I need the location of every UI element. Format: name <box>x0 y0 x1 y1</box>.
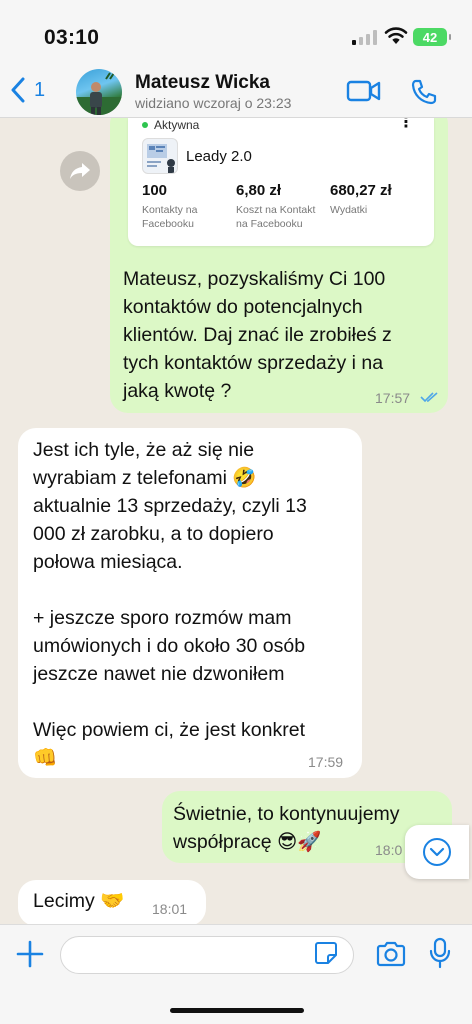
chevron-left-icon <box>11 77 25 103</box>
status-time: 03:10 <box>44 26 100 49</box>
message-time: 17:57 <box>375 390 411 406</box>
ad-thumbnail <box>142 138 178 174</box>
scroll-to-bottom-button[interactable] <box>405 825 469 879</box>
ad-status: Aktywna <box>142 118 199 132</box>
stat-value: 680,27 zł <box>330 182 392 199</box>
message-list[interactable]: Aktywna ⋮ Leady 2.0 100 Kontakty na Face… <box>0 118 472 924</box>
ad-status-label: Aktywna <box>154 118 200 132</box>
stat-cost-per-contact: 6,80 zł Koszt na Kontakt na Facebooku <box>236 182 315 231</box>
video-call-icon[interactable] <box>346 80 382 102</box>
sticker-icon[interactable] <box>314 941 338 965</box>
phone-icon[interactable] <box>410 78 438 106</box>
plus-icon[interactable] <box>16 940 44 968</box>
stat-value: 6,80 zł <box>236 182 282 199</box>
forward-button[interactable] <box>60 151 100 191</box>
message-text: Lecimy 🤝 <box>33 890 125 912</box>
message-text: Świetnie, to kontynuujemy współpracę 😎🚀 <box>173 803 400 853</box>
cellular-signal-icon <box>352 30 377 45</box>
more-options-icon[interactable]: ⋮ <box>398 118 414 131</box>
battery-indicator: 42 <box>413 28 451 46</box>
ad-title: Leady 2.0 <box>186 148 252 165</box>
read-receipt-icon <box>420 392 438 403</box>
chat-header: 03:10 42 1 Mateusz Wicka widziano wczora… <box>0 0 472 118</box>
stat-label: Kontakty na Facebooku <box>142 204 198 230</box>
microphone-icon[interactable] <box>428 937 452 969</box>
stat-label: Koszt na Kontakt na Facebooku <box>236 204 316 230</box>
message-text: Jest ich tyle, że aż się nie wyrabiam z … <box>33 439 307 769</box>
message-time: 17:59 <box>308 754 344 770</box>
avatar[interactable] <box>76 69 122 115</box>
message-text: Mateusz, pozyskaliśmy Ci 100 kontaktów d… <box>123 268 392 402</box>
avatar-photo <box>76 72 122 115</box>
camera-icon[interactable] <box>375 941 407 967</box>
contact-name[interactable]: Mateusz Wicka <box>135 72 270 94</box>
back-button[interactable]: 1 <box>10 77 45 103</box>
message-time: 18:01 <box>152 901 188 917</box>
unread-count: 1 <box>34 78 46 101</box>
last-seen-status: widziano wczoraj o 23:23 <box>135 95 292 111</box>
wifi-icon <box>384 27 408 44</box>
chevron-down-icon <box>423 838 451 866</box>
forward-icon <box>70 163 90 179</box>
ad-preview-card[interactable]: Aktywna ⋮ Leady 2.0 100 Kontakty na Face… <box>128 118 434 246</box>
message-time: 18:0 <box>375 842 403 858</box>
home-indicator <box>170 1008 304 1013</box>
message-input[interactable] <box>60 936 354 974</box>
stat-spend: 680,27 zł Wydatki <box>330 182 392 217</box>
battery-level: 42 <box>422 29 438 45</box>
active-dot-icon <box>142 122 148 128</box>
stat-label: Wydatki <box>330 204 368 216</box>
stat-contacts: 100 Kontakty na Facebooku <box>142 182 197 231</box>
stat-value: 100 <box>142 182 168 199</box>
